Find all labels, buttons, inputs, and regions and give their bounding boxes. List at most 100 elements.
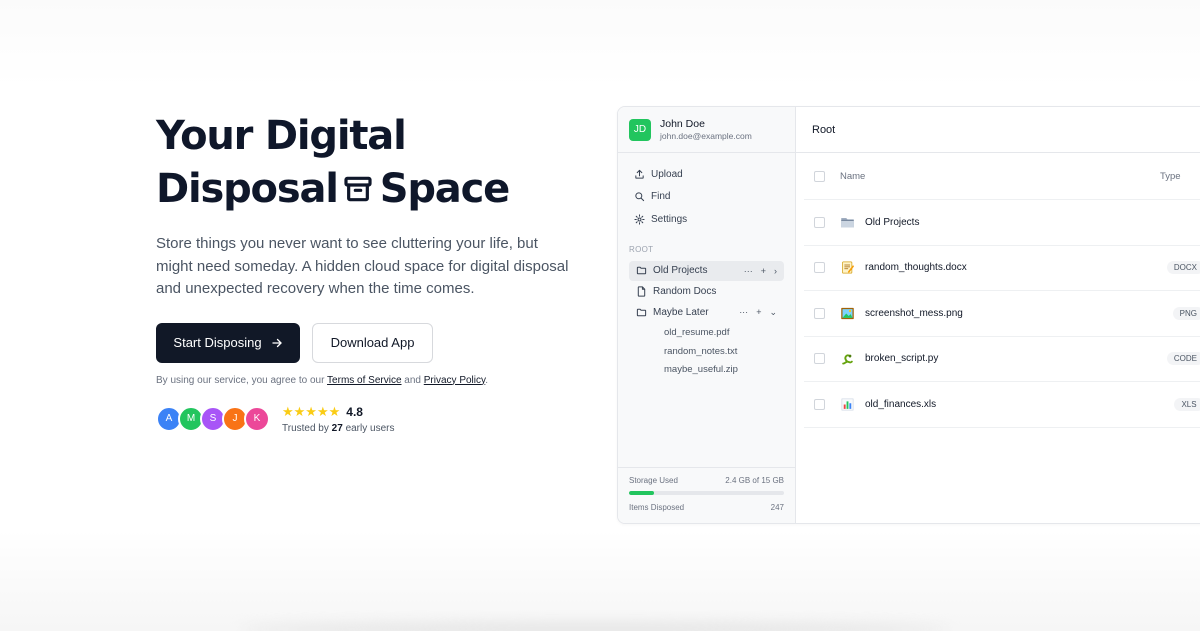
tree-item-label: Maybe Later: [653, 307, 709, 318]
tree-item-maybe-later[interactable]: Maybe Later ··· + ⌄: [629, 303, 784, 323]
row-checkbox[interactable]: [814, 307, 825, 319]
file-name: old_finances.xls: [865, 398, 937, 410]
hero-description: Store things you never want to see clutt…: [156, 235, 569, 297]
snake-icon: [840, 351, 855, 366]
breadcrumb: Root: [796, 107, 1200, 153]
row-checkbox[interactable]: [814, 262, 825, 274]
table-row[interactable]: broken_script.py CODE: [804, 337, 1200, 382]
start-disposing-label: Start Disposing: [173, 335, 262, 350]
app-preview-window: JD John Doe john.doe@example.com Upload …: [617, 106, 1200, 524]
tree-child-file[interactable]: maybe_useful.zip: [629, 361, 784, 380]
folder-icon: [840, 215, 855, 230]
file-name: random_thoughts.docx: [865, 262, 967, 274]
chevron-right-icon[interactable]: ›: [774, 266, 777, 276]
tree-child-file[interactable]: old_resume.pdf: [629, 324, 784, 343]
items-disposed-value: 247: [770, 503, 784, 512]
sidebar-item-settings[interactable]: Settings: [634, 208, 795, 231]
sidebar-item-label: Upload: [651, 168, 683, 180]
row-checkbox[interactable]: [814, 353, 825, 365]
select-all-checkbox[interactable]: [814, 170, 825, 182]
user-profile[interactable]: JD John Doe john.doe@example.com: [618, 107, 795, 153]
rating-block: ★★★★★ 4.8 Trusted by 27 early users: [282, 404, 394, 434]
bar-chart-icon: [840, 397, 855, 412]
bottom-shadow: [240, 622, 950, 631]
tree-item-label: Random Docs: [653, 286, 717, 297]
more-icon[interactable]: ···: [744, 266, 753, 276]
section-label-root: ROOT: [629, 244, 654, 254]
sidebar-item-find[interactable]: Find: [634, 186, 795, 209]
storage-label: Storage Used: [629, 476, 678, 485]
items-disposed-label: Items Disposed: [629, 503, 685, 512]
privacy-policy-link[interactable]: Privacy Policy: [424, 375, 486, 386]
cta-group: Start Disposing Download App: [156, 322, 586, 363]
tree-item-actions: ··· + ⌄: [739, 307, 784, 318]
file-type-badge: PNG: [1172, 306, 1200, 320]
terms-notice: By using our service, you agree to our T…: [156, 375, 586, 386]
star-rating-icon: ★★★★★: [282, 403, 341, 419]
picture-icon: [840, 306, 855, 321]
file-table: Name Type Old Projects random_thoughts.do…: [796, 153, 1200, 428]
add-icon[interactable]: +: [756, 307, 761, 318]
storage-panel: Storage Used 2.4 GB of 15 GB Items Dispo…: [618, 467, 795, 523]
page-title: Your Digital Disposal Space: [156, 110, 586, 216]
storage-progress-bar: [629, 491, 784, 495]
avatar-stack: AMSJK: [156, 405, 270, 432]
terms-prefix: By using our service, you agree to our: [156, 374, 325, 386]
title-word-disposal: Disposal: [156, 166, 339, 212]
terms-and: and: [404, 374, 421, 386]
tree-item-label: Old Projects: [653, 265, 708, 276]
terms-of-service-link[interactable]: Terms of Service: [327, 375, 401, 386]
trusted-count: 27: [331, 422, 343, 434]
arrow-right-icon: [271, 338, 282, 347]
sidebar-nav: Upload Find Settings: [618, 153, 795, 231]
archive-icon: [344, 176, 372, 202]
sidebar-item-label: Find: [651, 191, 671, 203]
upload-icon: [635, 169, 644, 179]
table-row[interactable]: random_thoughts.docx DOCX: [804, 246, 1200, 291]
avatar: K: [244, 405, 270, 432]
row-checkbox[interactable]: [814, 216, 825, 228]
hero-section: Your Digital Disposal Space Store things …: [156, 110, 586, 434]
start-disposing-button[interactable]: Start Disposing: [156, 322, 300, 363]
table-row[interactable]: screenshot_mess.png PNG: [804, 291, 1200, 337]
user-name: John Doe: [660, 118, 705, 130]
title-line-1: Your Digital: [156, 113, 407, 159]
sidebar: JD John Doe john.doe@example.com Upload …: [618, 107, 796, 523]
file-name: broken_script.py: [865, 353, 939, 365]
gear-icon: [634, 214, 645, 225]
chevron-down-icon[interactable]: ⌄: [769, 307, 777, 318]
column-name-header[interactable]: Name: [840, 171, 865, 182]
trusted-suffix: early users: [345, 422, 395, 434]
file-name: Old Projects: [865, 216, 920, 228]
file-type-badge: XLS: [1174, 397, 1200, 411]
file-type-badge: CODE: [1166, 352, 1200, 366]
file-type-badge: DOCX: [1166, 261, 1200, 275]
terms-suffix: .: [485, 374, 489, 386]
row-checkbox[interactable]: [814, 398, 825, 410]
table-row[interactable]: Old Projects: [804, 200, 1200, 246]
file-name: screenshot_mess.png: [865, 307, 963, 319]
folder-icon: [636, 266, 647, 275]
sidebar-item-label: Settings: [651, 213, 688, 225]
file-icon: [637, 286, 646, 297]
tree-item-actions: ··· + ›: [744, 266, 784, 276]
sidebar-item-upload[interactable]: Upload: [634, 163, 795, 186]
folder-icon: [636, 308, 647, 317]
title-word-space: Space: [379, 166, 510, 212]
table-header: Name Type: [804, 153, 1200, 200]
storage-progress-fill: [629, 491, 654, 495]
tree-item-old-projects[interactable]: Old Projects ··· + ›: [629, 260, 784, 281]
rating-value: 4.8: [346, 404, 363, 419]
trusted-by-text: Trusted by 27 early users: [282, 423, 394, 434]
add-icon[interactable]: +: [761, 266, 766, 276]
storage-value: 2.4 GB of 15 GB: [725, 476, 784, 485]
table-row[interactable]: old_finances.xls XLS: [804, 382, 1200, 428]
trusted-prefix: Trusted by: [282, 422, 329, 434]
folder-tree: Old Projects ··· + › Random Docs Maybe L…: [618, 260, 795, 380]
more-icon[interactable]: ···: [739, 307, 748, 318]
file-browser: Root Name Type Old Projects random_though…: [796, 107, 1200, 523]
download-app-button[interactable]: Download App: [312, 322, 433, 363]
tree-item-random-docs[interactable]: Random Docs: [629, 282, 784, 302]
tree-child-file[interactable]: random_notes.txt: [629, 342, 784, 361]
column-type-header[interactable]: Type: [1160, 171, 1200, 182]
